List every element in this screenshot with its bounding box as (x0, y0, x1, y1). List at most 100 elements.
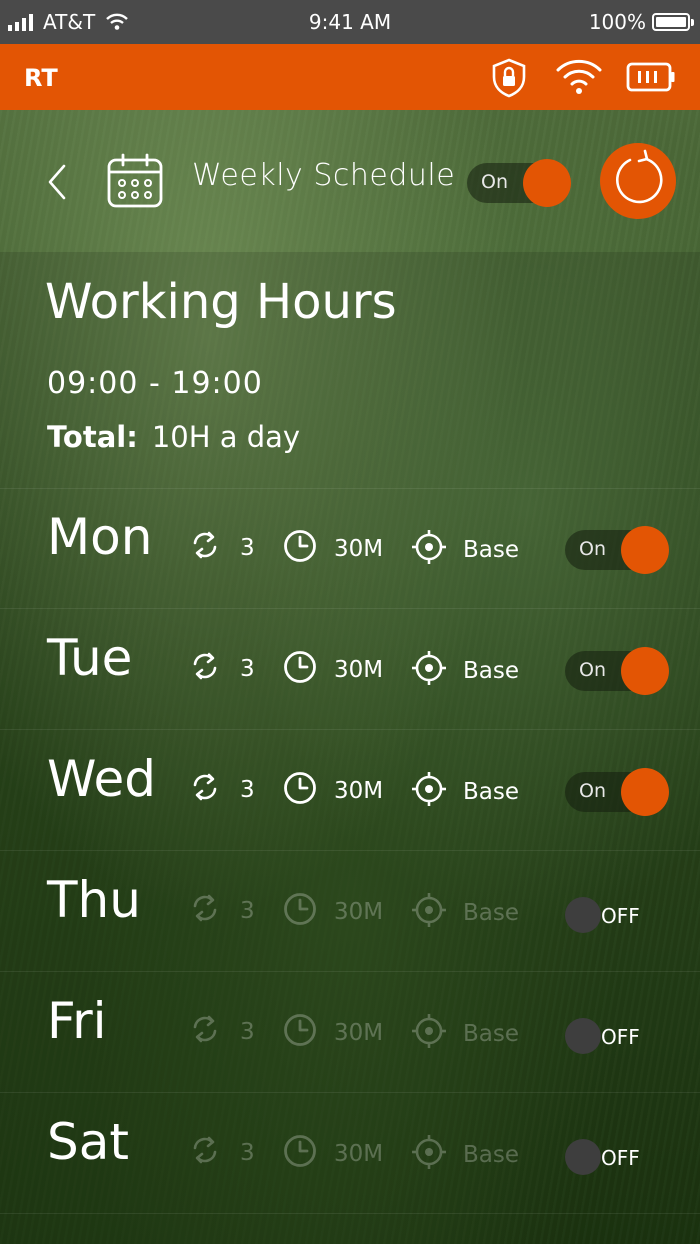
repeat-count: 3 (240, 535, 255, 561)
repeat-meta: 3 (188, 770, 255, 810)
location-value: Base (463, 658, 520, 684)
duration-value: 30M (334, 1020, 384, 1046)
repeat-icon (188, 649, 222, 689)
clock-icon (282, 1012, 318, 1054)
duration-meta: 30M (282, 1012, 383, 1054)
target-icon (410, 1012, 448, 1056)
location-meta: Base (410, 1012, 519, 1056)
day-row-sat[interactable]: Sat 3 30M Base OFF (0, 1093, 700, 1214)
duration-meta: 30M (282, 528, 383, 570)
day-row-wed[interactable]: Wed 3 30M Base On (0, 730, 700, 851)
day-name: Thu (47, 871, 141, 929)
target-icon (410, 528, 448, 572)
schedule-toggle[interactable]: On (467, 159, 571, 207)
day-toggle[interactable]: On (565, 526, 669, 574)
battery-icon[interactable] (626, 61, 676, 93)
day-toggle-label: On (579, 659, 606, 681)
target-icon (410, 891, 448, 935)
repeat-count: 3 (240, 1140, 255, 1166)
day-name: Fri (47, 992, 107, 1050)
target-icon (410, 770, 448, 814)
repeat-meta: 3 (188, 528, 255, 568)
status-bar: AT&T 9:41 AM 100% (0, 0, 700, 44)
repeat-meta: 3 (188, 1012, 255, 1052)
day-toggle-knob (621, 768, 669, 816)
repeat-count: 3 (240, 777, 255, 803)
location-meta: Base (410, 649, 519, 693)
clock-icon (282, 770, 318, 812)
repeat-count: 3 (240, 656, 255, 682)
divider (0, 1213, 700, 1214)
repeat-count: 3 (240, 898, 255, 924)
location-value: Base (463, 1021, 520, 1047)
day-row-thu[interactable]: Thu 3 30M Base OFF (0, 851, 700, 972)
working-hours-range: 09:00 - 19:00 (47, 366, 263, 401)
total-label: Total: (47, 420, 138, 454)
duration-value: 30M (334, 899, 384, 925)
day-toggle[interactable]: On (565, 647, 669, 695)
working-hours-title: Working Hours (45, 274, 397, 330)
repeat-meta: 3 (188, 1133, 255, 1173)
day-toggle[interactable]: On (565, 768, 669, 816)
screen: { "status_bar": { "carrier": "AT&T", "ti… (0, 0, 700, 1244)
day-toggle-label: OFF (601, 1025, 640, 1049)
day-name: Mon (47, 508, 153, 566)
total-value: 10H a day (151, 420, 301, 454)
clock-icon (282, 649, 318, 691)
duration-meta: 30M (282, 649, 383, 691)
target-icon (410, 649, 448, 693)
duration-value: 30M (334, 536, 384, 562)
repeat-icon (188, 1012, 222, 1052)
day-row-fri[interactable]: Fri 3 30M Base OFF (0, 972, 700, 1093)
day-row-tue[interactable]: Tue 3 30M Base On (0, 609, 700, 730)
repeat-count: 3 (240, 1019, 255, 1045)
day-toggle-knob (621, 526, 669, 574)
clock-icon (282, 528, 318, 570)
duration-value: 30M (334, 1141, 384, 1167)
repeat-icon (188, 891, 222, 931)
day-toggle-knob (621, 647, 669, 695)
location-value: Base (463, 537, 520, 563)
working-hours-total: Total: 10H a day (47, 420, 300, 454)
app-title: RT (24, 64, 58, 92)
day-toggle[interactable]: OFF (565, 1139, 669, 1179)
duration-meta: 30M (282, 891, 383, 933)
location-meta: Base (410, 1133, 519, 1177)
target-icon (410, 1133, 448, 1177)
repeat-icon (188, 770, 222, 810)
refresh-icon (616, 149, 663, 204)
duration-meta: 30M (282, 770, 383, 812)
day-toggle-knob (565, 897, 601, 933)
repeat-meta: 3 (188, 649, 255, 689)
refresh-button[interactable] (600, 143, 676, 219)
calendar-icon (107, 153, 163, 208)
day-name: Tue (47, 629, 133, 687)
location-value: Base (463, 779, 520, 805)
repeat-meta: 3 (188, 891, 255, 931)
location-meta: Base (410, 528, 519, 572)
wifi-icon[interactable] (555, 58, 603, 96)
location-meta: Base (410, 770, 519, 814)
shield-lock-icon[interactable] (490, 57, 528, 99)
day-toggle-knob (565, 1139, 601, 1175)
day-toggle-knob (565, 1018, 601, 1054)
repeat-icon (188, 1133, 222, 1173)
duration-meta: 30M (282, 1133, 383, 1175)
battery-percent: 100% (588, 10, 646, 34)
day-row-mon[interactable]: Mon 3 30M Base On (0, 488, 700, 609)
page-title: Weekly Schedule (192, 158, 456, 193)
back-chevron-icon[interactable] (44, 162, 72, 202)
location-value: Base (463, 900, 520, 926)
day-toggle-label: On (579, 780, 606, 802)
day-name: Sat (47, 1113, 129, 1171)
day-toggle-label: OFF (601, 1146, 640, 1170)
day-toggle[interactable]: OFF (565, 897, 669, 937)
duration-value: 30M (334, 778, 384, 804)
app-bar: RT (0, 44, 700, 110)
day-toggle[interactable]: OFF (565, 1018, 669, 1058)
schedule-toggle-knob (523, 159, 571, 207)
status-battery-icon (652, 13, 694, 31)
day-toggle-label: On (579, 538, 606, 560)
location-value: Base (463, 1142, 520, 1168)
clock-icon (282, 891, 318, 933)
